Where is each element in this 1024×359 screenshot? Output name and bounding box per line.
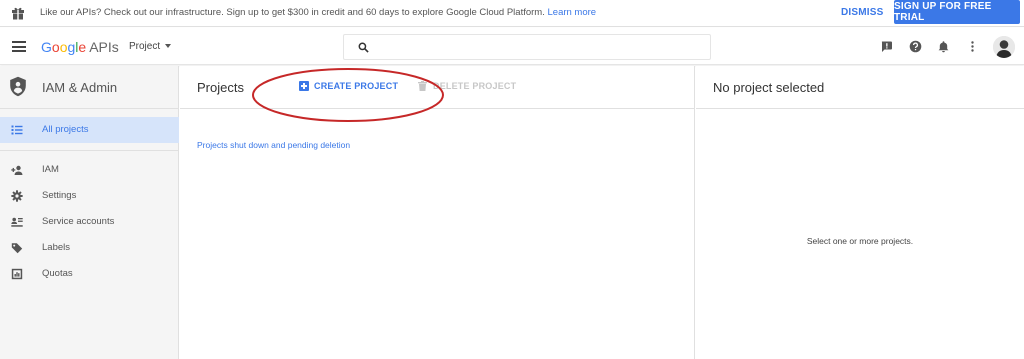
sidebar-item-label: Quotas [42, 268, 73, 279]
menu-icon[interactable] [12, 41, 26, 52]
quota-icon [11, 268, 23, 280]
add-box-icon [299, 81, 309, 91]
list-icon [11, 125, 23, 135]
gift-icon [12, 7, 24, 20]
sidebar-item-iam[interactable]: IAM [0, 157, 179, 183]
user-avatar[interactable] [993, 36, 1015, 58]
delete-project-button[interactable]: DELETE PROJECT [418, 81, 516, 91]
sidebar-header: IAM & Admin [0, 66, 179, 109]
signup-free-trial-button[interactable]: SIGN UP FOR FREE TRIAL [894, 0, 1020, 24]
promo-bar: Like our APIs? Check out our infrastruct… [0, 0, 1024, 27]
sidebar-divider [0, 150, 179, 151]
learn-more-link[interactable]: Learn more [548, 7, 597, 18]
details-panel: No project selected Select one or more p… [696, 66, 1024, 359]
search-input[interactable] [376, 38, 706, 56]
service-account-icon [11, 217, 23, 227]
projects-panel: Projects CREATE PROJECT DELETE PROJECT P… [180, 66, 695, 359]
projects-toolbar: Projects CREATE PROJECT DELETE PROJECT [180, 66, 695, 109]
empty-state-message: Select one or more projects. [806, 236, 914, 246]
shield-icon [10, 76, 26, 97]
logo-letter: o [51, 39, 60, 55]
sidebar-item-service-accounts[interactable]: Service accounts [0, 209, 179, 235]
sidebar-item-label: Settings [42, 190, 77, 201]
sidebar-item-labels[interactable]: Labels [0, 235, 179, 261]
top-header: Google APIs Project [0, 28, 1024, 65]
caret-down-icon [165, 44, 172, 49]
help-icon[interactable] [909, 40, 922, 53]
sidebar-item-label: Labels [42, 242, 70, 253]
sidebar-item-label: All projects [42, 124, 89, 135]
google-apis-logo[interactable]: Google APIs [41, 39, 119, 55]
sidebar-item-settings[interactable]: Settings [0, 183, 179, 209]
sidebar-item-label: Service accounts [42, 216, 115, 227]
create-project-label: CREATE PROJECT [314, 81, 399, 91]
search-box[interactable] [343, 34, 711, 60]
sidebar-title: IAM & Admin [42, 80, 118, 95]
project-select-label: Project [129, 41, 161, 52]
page-title: Projects [197, 80, 244, 95]
person-add-icon [11, 165, 23, 175]
search-icon [358, 42, 369, 53]
logo-apis-text: APIs [89, 39, 119, 55]
avatar-image [993, 36, 1015, 58]
delete-project-label: DELETE PROJECT [433, 81, 517, 91]
sidebar-item-quotas[interactable]: Quotas [0, 261, 179, 287]
dismiss-button[interactable]: DISMISS [841, 7, 884, 18]
logo-letter: G [41, 39, 52, 55]
pending-deletion-link[interactable]: Projects shut down and pending deletion [197, 140, 350, 150]
logo-letter: e [78, 39, 87, 55]
promo-text: Like our APIs? Check out our infrastruct… [40, 7, 545, 18]
label-icon [11, 243, 23, 254]
more-vert-icon[interactable] [966, 40, 979, 53]
feedback-icon[interactable] [880, 40, 893, 53]
gear-icon [11, 190, 23, 202]
details-title: No project selected [713, 80, 825, 95]
details-header: No project selected [696, 66, 1024, 109]
notifications-bell-icon[interactable] [937, 40, 950, 53]
sidebar-item-all-projects[interactable]: All projects [0, 117, 179, 143]
sidebar: IAM & Admin All projects IAM Settings Se… [0, 66, 179, 359]
project-select[interactable]: Project [129, 41, 172, 52]
create-project-button[interactable]: CREATE PROJECT [299, 81, 398, 91]
promo-message: Like our APIs? Check out our infrastruct… [40, 7, 596, 18]
sidebar-item-label: IAM [42, 164, 59, 175]
trash-icon [418, 81, 427, 91]
